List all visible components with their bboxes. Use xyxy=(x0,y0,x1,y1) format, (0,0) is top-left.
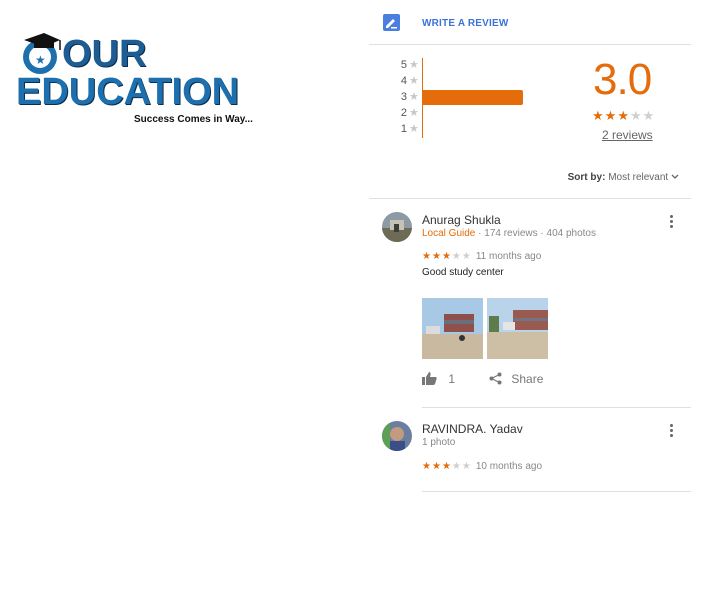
review-text: Good study center xyxy=(422,267,504,278)
sort-label: Sort by: xyxy=(567,172,606,183)
star-icon: ★ xyxy=(409,107,419,119)
review-photo[interactable] xyxy=(487,298,548,359)
sort-dropdown[interactable]: Sort by: Most relevant xyxy=(568,172,679,183)
star-empty-icon: ★ xyxy=(461,461,472,472)
star-filled-icon: ★ xyxy=(422,461,432,472)
review-count-link[interactable]: 2 reviews xyxy=(602,128,653,142)
divider xyxy=(422,491,691,492)
review-time: 10 months ago xyxy=(475,461,543,472)
avatar[interactable] xyxy=(382,212,412,242)
star-filled-icon: ★ xyxy=(431,251,442,262)
divider xyxy=(369,198,691,199)
logo-word-education: EDUCATION xyxy=(16,71,240,113)
share-icon xyxy=(489,372,502,385)
logo-tagline: Success Comes in Way... xyxy=(134,114,253,125)
star-icon: ★ xyxy=(409,123,419,135)
hist-label: 3 xyxy=(400,91,407,103)
review-stars: ★★★★★ xyxy=(422,251,472,262)
like-button[interactable]: 1 xyxy=(422,372,455,386)
review-time: 11 months ago xyxy=(475,251,542,262)
divider xyxy=(422,407,691,408)
review-stars: ★★★★★ xyxy=(422,461,472,472)
divider xyxy=(369,44,691,45)
graduation-cap-icon: ★ xyxy=(23,33,61,74)
review-photo[interactable] xyxy=(422,298,483,359)
hist-label: 5 xyxy=(400,59,407,71)
star-filled-icon: ★ xyxy=(422,251,432,262)
star-icon: ★ xyxy=(409,59,419,71)
star-filled-icon: ★ xyxy=(604,108,618,123)
star-empty-icon: ★ xyxy=(629,108,643,123)
share-label: Share xyxy=(511,372,544,386)
sort-value: Most relevant xyxy=(608,172,669,183)
star-filled-icon: ★ xyxy=(441,461,452,472)
hist-label: 2 xyxy=(400,107,407,119)
reviews-panel: WRITE A REVIEW 5 ★ 4 ★ 3 ★ 2 ★ 1 ★ 3.0 ★★★★★ … xyxy=(369,0,691,593)
hist-label: 1 xyxy=(400,123,407,135)
share-button[interactable]: Share xyxy=(489,372,543,386)
review-rating: ★★★★★ 10 months ago xyxy=(422,461,542,472)
reviewer-name[interactable]: Anurag Shukla xyxy=(422,213,501,227)
star-filled-icon: ★ xyxy=(441,251,452,262)
star-icon: ★ xyxy=(409,75,419,87)
avatar[interactable] xyxy=(382,421,412,451)
more-options-icon[interactable] xyxy=(670,424,674,439)
star-empty-icon: ★ xyxy=(461,251,472,262)
more-options-icon[interactable] xyxy=(670,215,674,230)
star-empty-icon: ★ xyxy=(642,108,656,123)
thumbs-up-icon xyxy=(422,372,437,385)
write-review-button[interactable]: WRITE A REVIEW xyxy=(422,18,509,29)
svg-text:★: ★ xyxy=(35,53,46,67)
star-filled-icon: ★ xyxy=(592,108,605,123)
average-rating: 3.0 xyxy=(593,55,652,104)
review-rating: ★★★★★ 11 months ago xyxy=(422,251,541,262)
logo-word-our: OUR xyxy=(62,33,147,75)
star-empty-icon: ★ xyxy=(451,251,462,262)
reviewer-meta: 1 photo xyxy=(422,437,456,448)
histogram-bar-3-stars xyxy=(423,90,523,105)
star-empty-icon: ★ xyxy=(451,461,462,472)
hist-label: 4 xyxy=(400,75,407,87)
local-guide-badge: Local Guide xyxy=(422,228,476,239)
reviewer-name[interactable]: RAVINDRA. Yadav xyxy=(422,422,523,436)
average-stars: ★★★★★ xyxy=(592,108,655,124)
star-filled-icon: ★ xyxy=(617,108,630,123)
our-education-logo: ★ OUR EDUCATION Success Comes in Way... xyxy=(14,28,274,130)
chevron-down-icon xyxy=(671,174,679,179)
star-icon: ★ xyxy=(409,91,419,103)
star-filled-icon: ★ xyxy=(431,461,442,472)
like-count: 1 xyxy=(448,372,456,386)
reviewer-stats: · 174 reviews · 404 photos xyxy=(478,228,596,239)
reviewer-meta: Local Guide · 174 reviews · 404 photos xyxy=(422,228,596,239)
pencil-edit-icon[interactable] xyxy=(383,14,400,31)
